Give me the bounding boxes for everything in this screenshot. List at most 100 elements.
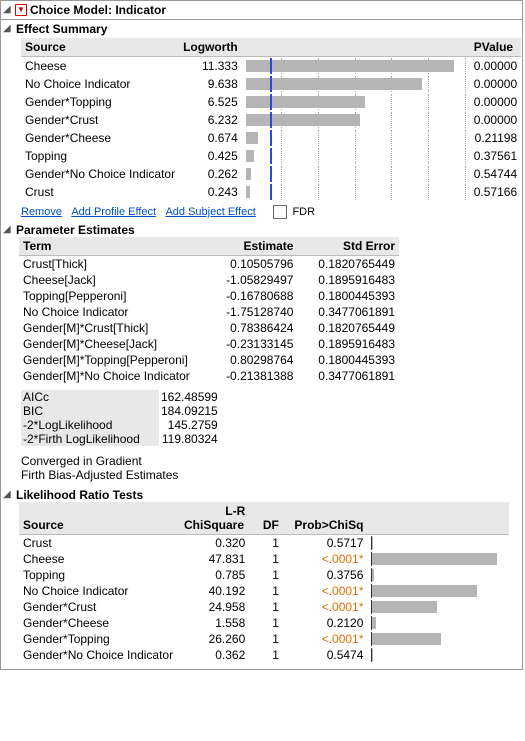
pvalue-cell: 0.21198 [470,129,521,147]
source-cell: Gender*Topping [21,93,179,111]
table-row: Gender[M]*Topping[Pepperoni]0.802987640.… [19,352,399,368]
remove-link[interactable]: Remove [21,206,62,218]
prob-cell: 0.3756 [283,567,368,583]
table-row: Gender[M]*Cheese[Jack]-0.231331450.18959… [19,336,399,352]
table-row: Gender*No Choice Indicator0.2620.54744 [21,165,521,183]
df-cell: 1 [249,647,283,663]
col-chisq-bot: ChiSquare [180,518,249,535]
stat-value: 145.2759 [159,418,224,432]
effect-summary-table: Source Logworth PValue Cheese11.333 0.000… [21,38,521,201]
hotspot-icon[interactable]: ▼ [15,4,27,16]
bar-cell [367,583,509,599]
table-row: Gender*Crust24.9581<.0001* [19,599,509,615]
pvalue-cell: 0.54744 [470,165,521,183]
stat-label: BIC [21,404,159,418]
stat-value: 162.48599 [159,390,224,404]
col-bar [242,38,470,57]
col-prob: Prob>ChiSq [283,502,368,535]
col-term: Term [19,237,206,256]
table-row: AICc162.48599 [21,390,224,404]
effect-summary-title: Effect Summary [16,22,107,36]
source-cell: Crust [21,183,179,201]
stderr-cell: 0.1895916483 [297,336,399,352]
col-pvalue: PValue [470,38,521,57]
source-cell: Cheese [21,57,179,76]
term-cell: Crust[Thick] [19,255,206,272]
estimate-cell: 0.80298764 [206,352,298,368]
disclosure-icon[interactable]: ◢ [3,5,13,15]
table-row: No Choice Indicator9.6380.00000 [21,75,521,93]
source-cell: Gender*Crust [21,111,179,129]
add-profile-effect-link[interactable]: Add Profile Effect [71,206,156,218]
table-row: Crust[Thick]0.105057960.1820765449 [19,255,399,272]
pvalue-cell: 0.00000 [470,57,521,76]
disclosure-icon[interactable]: ◢ [3,225,13,235]
prob-cell: 0.2120 [283,615,368,631]
df-cell: 1 [249,631,283,647]
source-cell: Gender*No Choice Indicator [19,647,180,663]
chisq-cell: 0.362 [180,647,249,663]
col-stderr: Std Error [297,237,399,256]
pvalue-cell: 0.37561 [470,147,521,165]
table-row: Gender[M]*No Choice Indicator-0.21381388… [19,368,399,384]
disclosure-icon[interactable]: ◢ [3,490,13,500]
chisq-cell: 24.958 [180,599,249,615]
table-row: Cheese47.8311<.0001* [19,551,509,567]
stderr-cell: 0.1800445393 [297,288,399,304]
source-cell: Cheese [19,551,180,567]
disclosure-icon[interactable]: ◢ [3,24,13,34]
logworth-cell: 0.243 [179,183,242,201]
df-cell: 1 [249,551,283,567]
stderr-cell: 0.3477061891 [297,304,399,320]
bar-cell [242,129,470,147]
logworth-cell: 0.425 [179,147,242,165]
chisq-cell: 40.192 [180,583,249,599]
table-row: Gender*Cheese1.55810.2120 [19,615,509,631]
table-row: No Choice Indicator-1.751287400.34770618… [19,304,399,320]
df-cell: 1 [249,534,283,551]
source-cell: Crust [19,534,180,551]
bar-cell [367,599,509,615]
estimate-cell: -0.16780688 [206,288,298,304]
col-source: Source [21,38,179,57]
stderr-cell: 0.1820765449 [297,255,399,272]
prob-cell: 0.5474 [283,647,368,663]
estimate-cell: 0.10505796 [206,255,298,272]
parameter-estimates-table: Term Estimate Std Error Crust[Thick]0.10… [19,237,399,384]
df-cell: 1 [249,583,283,599]
logworth-cell: 6.525 [179,93,242,111]
term-cell: Gender[M]*Topping[Pepperoni] [19,352,206,368]
fdr-checkbox[interactable] [273,205,287,219]
logworth-cell: 11.333 [179,57,242,76]
col-estimate: Estimate [206,237,298,256]
note-line: Converged in Gradient [21,454,522,468]
fdr-label: FDR [292,206,315,218]
stderr-cell: 0.1820765449 [297,320,399,336]
estimate-cell: 0.78386424 [206,320,298,336]
pvalue-cell: 0.00000 [470,93,521,111]
bar-cell [242,111,470,129]
col-logworth: Logworth [179,38,242,57]
chisq-cell: 0.785 [180,567,249,583]
table-row: Gender*Topping6.525 0.00000 [21,93,521,111]
source-cell: Gender*No Choice Indicator [21,165,179,183]
main-title: Choice Model: Indicator [30,3,166,17]
bar-cell [242,75,470,93]
bar-cell [242,165,470,183]
chisq-cell: 47.831 [180,551,249,567]
table-row: Crust0.2430.57166 [21,183,521,201]
bar-cell [367,534,509,551]
table-row: Topping0.78510.3756 [19,567,509,583]
source-cell: Gender*Cheese [21,129,179,147]
prob-cell: <.0001* [283,599,368,615]
table-row: No Choice Indicator40.1921<.0001* [19,583,509,599]
pvalue-cell: 0.00000 [470,111,521,129]
pvalue-cell: 0.00000 [470,75,521,93]
estimate-cell: -1.75128740 [206,304,298,320]
table-row: -2*LogLikelihood145.2759 [21,418,224,432]
stat-label: -2*Firth LogLikelihood [21,432,159,446]
prob-cell: <.0001* [283,631,368,647]
term-cell: Gender[M]*Crust[Thick] [19,320,206,336]
add-subject-effect-link[interactable]: Add Subject Effect [165,206,255,218]
term-cell: No Choice Indicator [19,304,206,320]
